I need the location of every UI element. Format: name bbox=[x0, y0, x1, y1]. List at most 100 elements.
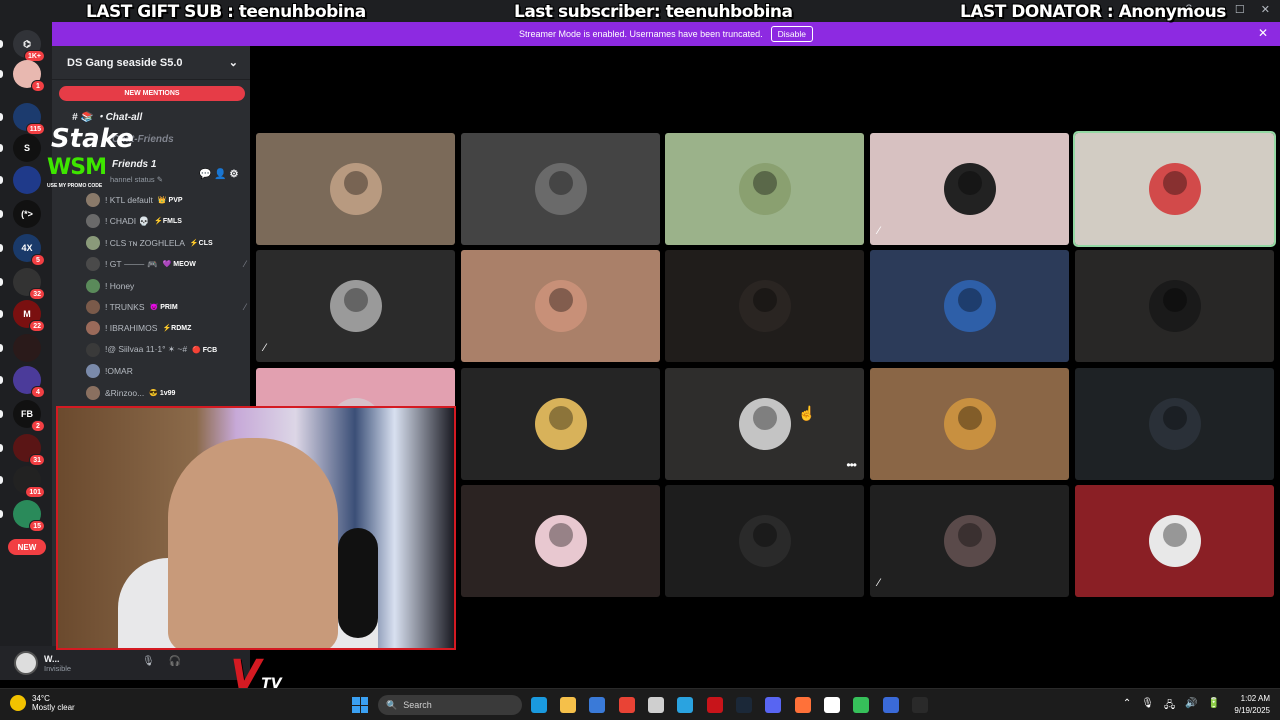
voice-member[interactable]: ! Honey bbox=[86, 278, 246, 293]
voice-member[interactable]: ! TRUNKS 😈 PRIM ⁄ bbox=[86, 300, 246, 314]
channel-chat-all[interactable]: # 📚 ・Chat-all bbox=[72, 108, 142, 123]
voice-participant-tile[interactable]: ⁄ bbox=[256, 250, 455, 362]
voice-member[interactable]: ! CLS ᴛɴ ZOGHLELA ⚡CLS bbox=[86, 235, 246, 250]
app13-app-icon[interactable] bbox=[883, 697, 899, 713]
server-icon[interactable]: M 22 bbox=[13, 300, 45, 332]
server-name: DS Gang seaside S5.0 bbox=[67, 56, 183, 69]
avatar bbox=[86, 385, 100, 400]
discord-app-icon[interactable] bbox=[765, 697, 781, 713]
voice-participant-tile[interactable] bbox=[1075, 485, 1274, 597]
more-options-icon[interactable]: ••• bbox=[846, 458, 857, 472]
start-button[interactable] bbox=[352, 697, 368, 713]
server-icon[interactable] bbox=[13, 334, 41, 362]
voice-participant-tile[interactable] bbox=[256, 133, 455, 245]
voice-participant-tile[interactable] bbox=[870, 250, 1069, 362]
voice-member[interactable]: ! KTL default 👑 PVP bbox=[86, 193, 246, 207]
unread-pill bbox=[0, 344, 3, 352]
server-icon[interactable]: 15 bbox=[13, 500, 45, 532]
tray-icon[interactable]: ⌃ bbox=[1123, 698, 1131, 715]
channel-status[interactable]: hannel status ✎ bbox=[110, 175, 163, 184]
weather-widget[interactable]: 34°C Mostly clear bbox=[10, 694, 75, 712]
unread-pill bbox=[0, 210, 3, 218]
voice-participant-tile[interactable] bbox=[461, 485, 660, 597]
voice-participant-tile[interactable] bbox=[461, 368, 660, 480]
unread-pill bbox=[0, 176, 3, 184]
maximize-button[interactable]: ☐ bbox=[1235, 3, 1245, 16]
voice-member-name: !@ Siilvaa 11·1° ✶ ~# bbox=[105, 344, 188, 355]
voice-channel-friends-1[interactable]: Friends 1 bbox=[112, 159, 156, 170]
unread-pill bbox=[0, 476, 3, 484]
voice-member[interactable]: ! CHADI 💀 ⚡FMLS bbox=[86, 214, 246, 229]
server-icon[interactable]: 1 bbox=[13, 60, 45, 92]
epic-app-icon[interactable] bbox=[912, 697, 928, 713]
avatar bbox=[86, 278, 100, 293]
taskbar-clock[interactable]: 1:02 AM 9/19/2025 bbox=[1234, 693, 1270, 717]
app7-app-icon[interactable] bbox=[707, 697, 723, 713]
voice-participant-tile[interactable] bbox=[1075, 250, 1274, 362]
voice-channel-controls[interactable]: 💬 👤 ⚙ bbox=[199, 169, 238, 180]
voice-participant-tile[interactable] bbox=[1075, 368, 1274, 480]
voice-participant-tile[interactable]: ⁄ bbox=[870, 133, 1069, 245]
voice-participant-tile[interactable]: ⁄ bbox=[870, 485, 1069, 597]
server-icon[interactable]: 115 bbox=[13, 103, 45, 135]
server-icon[interactable]: 32 bbox=[13, 268, 45, 300]
tray-icon[interactable]: 🔋 bbox=[1208, 698, 1220, 715]
explorer-app-icon[interactable] bbox=[560, 697, 576, 713]
voice-member[interactable]: ! IBRAHIMOS ⚡RDMZ bbox=[86, 321, 246, 336]
disable-streamer-mode-button[interactable]: Disable bbox=[770, 26, 813, 42]
server-icon[interactable]: (*> bbox=[13, 200, 41, 228]
server-icon[interactable]: ⌬ 1K+ bbox=[13, 30, 45, 62]
voice-member[interactable]: ! GT ⸻ 🎮 💜 MEOW ⁄ bbox=[86, 257, 246, 272]
server-icon[interactable]: 101 bbox=[13, 466, 45, 498]
tray-icon[interactable]: 🎙 bbox=[1141, 698, 1154, 715]
voice-participant-tile[interactable] bbox=[1073, 131, 1276, 247]
edge-app-icon[interactable] bbox=[531, 697, 547, 713]
voice-participant-tile[interactable] bbox=[461, 133, 660, 245]
steam-app-icon[interactable] bbox=[736, 697, 752, 713]
voice-member[interactable]: &Rinzoo... 😎 1v99 bbox=[86, 385, 246, 400]
headset-icon[interactable]: 🎧 bbox=[169, 656, 181, 667]
server-icon[interactable]: FB 2 bbox=[13, 400, 45, 432]
avatar[interactable] bbox=[14, 651, 38, 675]
server-icon[interactable]: 4X 5 bbox=[13, 234, 45, 266]
search-placeholder: Search bbox=[403, 700, 432, 710]
voice-participant-tile[interactable]: ••• bbox=[665, 368, 864, 480]
server-icon[interactable]: 31 bbox=[13, 434, 45, 466]
voice-participant-tile[interactable] bbox=[461, 250, 660, 362]
voice-participant-tile[interactable] bbox=[665, 485, 864, 597]
voice-member[interactable]: !OMAR bbox=[86, 364, 246, 379]
unread-badge: 22 bbox=[29, 320, 45, 332]
streamer-mode-banner: Streamer Mode is enabled. Usernames have… bbox=[52, 22, 1280, 46]
close-button[interactable]: ✕ bbox=[1261, 3, 1270, 16]
chevron-down-icon: ⌄ bbox=[228, 57, 238, 69]
new-server-badge[interactable]: NEW bbox=[8, 539, 46, 555]
taskbar: 34°C Mostly clear 🔍 Search ⌃ 🎙 🖧 🔊 🔋 1:02 AM… bbox=[0, 688, 1280, 720]
server-icon[interactable]: 4 bbox=[13, 366, 45, 398]
microphone-icon[interactable]: 🎙 bbox=[142, 656, 155, 667]
app11-app-icon[interactable] bbox=[824, 697, 840, 713]
server-header[interactable]: DS Gang seaside S5.0 ⌄ bbox=[52, 46, 250, 80]
overlay-last-donator: LAST DONATOR : Anonymous bbox=[960, 2, 1226, 22]
app12-app-icon[interactable] bbox=[853, 697, 869, 713]
telegram-app-icon[interactable] bbox=[677, 697, 693, 713]
taskbar-search[interactable]: 🔍 Search bbox=[378, 695, 522, 715]
unread-pill bbox=[0, 70, 3, 78]
muted-icon: ⁄ bbox=[244, 259, 246, 270]
tray-icon[interactable]: 🖧 bbox=[1164, 698, 1175, 715]
firefox-app-icon[interactable] bbox=[795, 697, 811, 713]
voice-participant-tile[interactable] bbox=[665, 250, 864, 362]
voice-participant-tile[interactable] bbox=[665, 133, 864, 245]
chrome-app-icon[interactable] bbox=[619, 697, 635, 713]
voice-member[interactable]: !@ Siilvaa 11·1° ✶ ~# 🔴 FCB bbox=[86, 342, 246, 357]
server-icon[interactable] bbox=[13, 166, 41, 194]
screen: ? — ☐ ✕ Streamer Mode is enabled. Userna… bbox=[0, 0, 1280, 720]
server-icon[interactable]: S bbox=[13, 134, 41, 162]
store-app-icon[interactable] bbox=[589, 697, 605, 713]
new-mentions-pill[interactable]: NEW MENTIONS bbox=[59, 86, 245, 101]
voice-member-name: ! KTL default bbox=[105, 195, 153, 205]
close-icon[interactable]: ✕ bbox=[1258, 26, 1268, 40]
stake-logo: Stake bbox=[51, 124, 134, 154]
app5-app-icon[interactable] bbox=[648, 697, 664, 713]
voice-participant-tile[interactable] bbox=[870, 368, 1069, 480]
tray-icon[interactable]: 🔊 bbox=[1185, 698, 1197, 715]
